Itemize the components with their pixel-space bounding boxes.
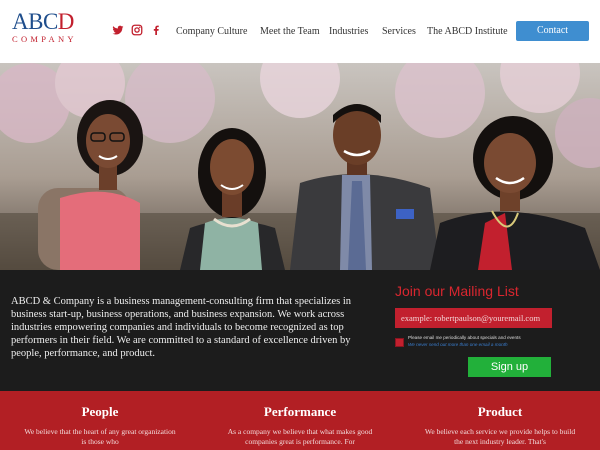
logo-wordmark-red: D — [57, 9, 75, 34]
instagram-icon[interactable] — [131, 24, 143, 36]
optin-checkbox[interactable] — [395, 338, 404, 347]
pillar-text-people: We believe that the heart of any great o… — [24, 427, 176, 446]
hero-team-photo — [0, 63, 600, 270]
email-field[interactable] — [395, 308, 552, 328]
pillar-text-product: We believe each service we provide helps… — [424, 427, 576, 446]
logo-wordmark: ABCD — [12, 9, 86, 34]
twitter-icon[interactable] — [112, 24, 124, 36]
nav-abcd-institute[interactable]: The ABCD Institute — [427, 26, 508, 37]
logo-subtitle: COMPANY — [12, 34, 77, 44]
contact-button[interactable]: Contact — [516, 21, 589, 41]
facebook-icon[interactable] — [150, 24, 162, 36]
pillar-title-people: People — [81, 404, 119, 419]
social-links — [112, 24, 162, 36]
optin-note: We never send out more than one email a … — [408, 342, 508, 347]
nav-company-culture[interactable]: Company Culture — [176, 26, 247, 37]
logo-wordmark-blue: ABC — [12, 9, 58, 34]
pillar-text-performance: As a company we believe that what makes … — [227, 427, 373, 446]
signup-button[interactable]: Sign up — [468, 357, 551, 377]
company-description: ABCD & Company is a business management-… — [11, 296, 352, 359]
pillar-title-performance: Performance — [263, 404, 337, 419]
pillar-title-product: Product — [477, 404, 523, 419]
nav-meet-the-team[interactable]: Meet the Team — [260, 26, 320, 37]
mailing-list-title: Join our Mailing List — [395, 283, 519, 299]
about-and-mailing-section: ABCD & Company is a business management-… — [0, 270, 600, 391]
optin-label: Please email me periodically about speci… — [408, 335, 521, 340]
nav-services[interactable]: Services — [382, 26, 416, 37]
pillars-section: People We believe that the heart of any … — [0, 391, 600, 450]
hero-illustration — [0, 63, 600, 270]
nav-industries[interactable]: Industries — [329, 26, 368, 37]
site-header: ABCD COMPANY Company Culture Meet the Te… — [0, 0, 600, 63]
company-logo[interactable]: ABCD COMPANY — [12, 9, 86, 44]
